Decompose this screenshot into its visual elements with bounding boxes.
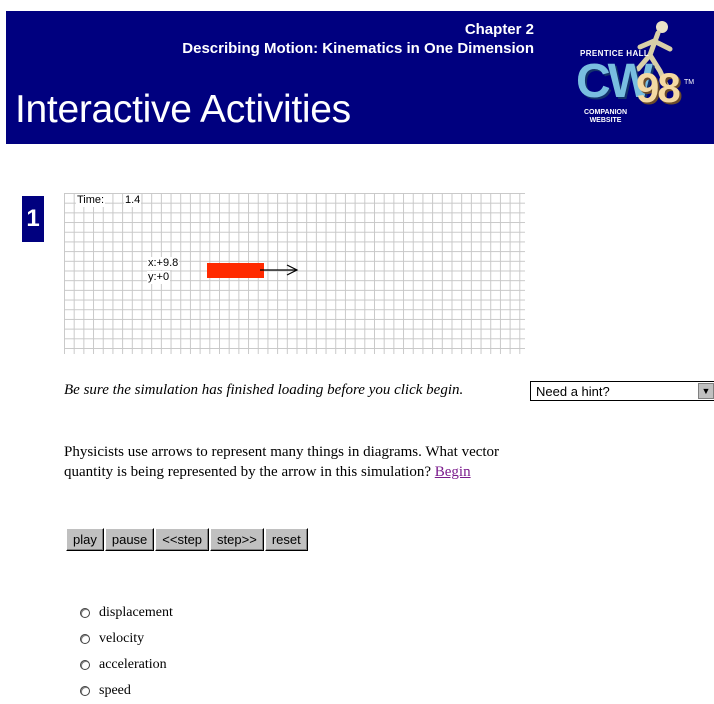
- time-label: Time:: [76, 194, 106, 207]
- logo-caption-line1: COMPANION: [584, 109, 628, 116]
- play-button[interactable]: play: [66, 528, 104, 551]
- chapter-heading: Chapter 2 Describing Motion: Kinematics …: [34, 20, 534, 58]
- radio-button[interactable]: [80, 660, 90, 670]
- logo-year: 98: [636, 64, 681, 111]
- chapter-number: Chapter 2: [464, 21, 534, 38]
- motion-simulation[interactable]: Time: 1.4 x:+9.8 y:+0: [64, 193, 525, 354]
- loading-note: Be sure the simulation has finished load…: [64, 382, 464, 398]
- question-text: Physicists use arrows to represent many …: [64, 442, 524, 482]
- y-readout: y:+0: [147, 271, 171, 284]
- chevron-down-icon[interactable]: ▼: [698, 383, 714, 399]
- option-label: speed: [99, 683, 131, 698]
- x-readout: x:+9.8: [147, 257, 180, 270]
- radio-button[interactable]: [80, 686, 90, 696]
- option-acceleration[interactable]: acceleration: [80, 652, 173, 678]
- vector-arrow-icon: [260, 264, 299, 276]
- option-label: displacement: [99, 605, 173, 620]
- hint-select-value: Need a hint?: [536, 384, 610, 399]
- begin-link[interactable]: Begin: [435, 464, 471, 480]
- logo-tm: TM: [684, 79, 695, 86]
- reset-button[interactable]: reset: [264, 528, 308, 551]
- hint-select[interactable]: Need a hint? ▼: [530, 381, 714, 401]
- activity-number: 1: [22, 196, 44, 242]
- option-velocity[interactable]: velocity: [80, 626, 173, 652]
- option-label: velocity: [99, 631, 145, 646]
- pause-button[interactable]: pause: [104, 528, 155, 551]
- answer-options: displacement velocity acceleration speed: [80, 600, 173, 704]
- simulation-controls: play pause <<step step>> reset: [66, 528, 309, 551]
- step-back-button[interactable]: <<step: [155, 528, 210, 551]
- step-forward-button[interactable]: step>>: [210, 528, 264, 551]
- moving-object: [207, 263, 264, 278]
- radio-button[interactable]: [80, 608, 90, 618]
- option-speed[interactable]: speed: [80, 678, 173, 704]
- header-banner: Chapter 2 Describing Motion: Kinematics …: [6, 11, 714, 144]
- chapter-title: Describing Motion: Kinematics in One Dim…: [182, 40, 534, 57]
- option-displacement[interactable]: displacement: [80, 600, 173, 626]
- logo-caption-line2: WEBSITE: [589, 117, 622, 124]
- option-label: acceleration: [99, 657, 167, 672]
- logo-caption: COMPANION WEBSITE: [584, 109, 627, 125]
- companion-website-logo: PRENTICE HALL CW 98 TM COMPANION WEBSITE: [566, 19, 700, 129]
- time-value: 1.4: [124, 194, 142, 207]
- radio-button[interactable]: [80, 634, 90, 644]
- page-title: Interactive Activities: [15, 88, 351, 131]
